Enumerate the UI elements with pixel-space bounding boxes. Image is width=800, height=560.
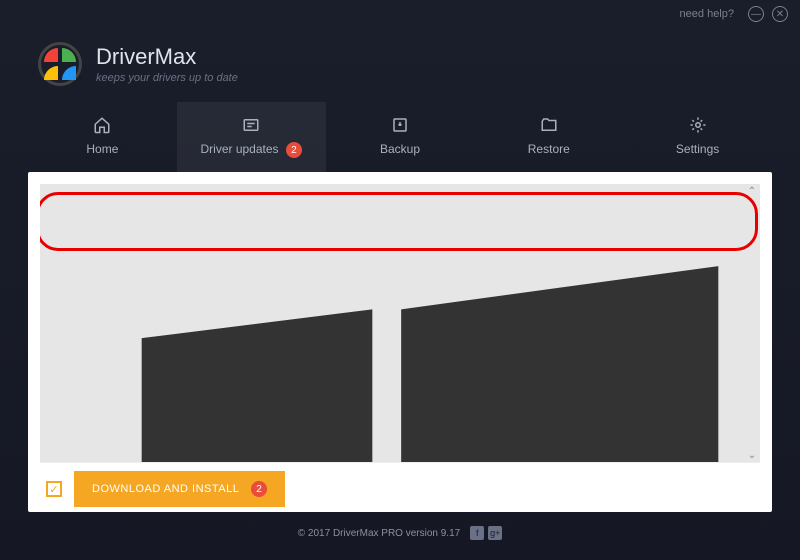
- close-button[interactable]: ✕: [772, 6, 788, 22]
- help-link[interactable]: need help?: [680, 8, 734, 20]
- nav-backup[interactable]: Backup: [326, 102, 475, 172]
- nav-home[interactable]: Home: [28, 102, 177, 172]
- app-tagline: keeps your drivers up to date: [96, 72, 238, 84]
- backup-icon: [389, 116, 411, 134]
- logo-area: DriverMax keeps your drivers up to date: [0, 28, 800, 102]
- nav-backup-label: Backup: [380, 142, 420, 156]
- nav-restore[interactable]: Restore: [474, 102, 623, 172]
- social-icons: f g+: [470, 526, 502, 540]
- driver-list[interactable]: ⌃ ✓ Sobol card 3.0 Update available - ve…: [40, 184, 760, 462]
- scroll-down-arrow[interactable]: ⌄: [745, 448, 759, 462]
- copyright: © 2017 DriverMax PRO version 9.17: [298, 528, 460, 539]
- facebook-icon[interactable]: f: [470, 526, 484, 540]
- nav-home-label: Home: [86, 142, 118, 156]
- nav-updates-label: Driver updates: [201, 142, 279, 156]
- download-label: DOWNLOAD AND INSTALL: [92, 483, 239, 495]
- bottom-bar: © 2017 DriverMax PRO version 9.17 f g+: [0, 520, 800, 546]
- app-window: need help? — ✕ DriverMax keeps your driv…: [0, 0, 800, 560]
- updates-badge: 2: [286, 142, 302, 158]
- footer-bar: ✓ DOWNLOAD AND INSTALL 2: [40, 462, 760, 507]
- select-all-checkbox[interactable]: ✓: [46, 481, 62, 497]
- scroll-up-arrow[interactable]: ⌃: [745, 184, 759, 198]
- nav-restore-label: Restore: [528, 142, 570, 156]
- app-title: DriverMax: [96, 44, 238, 70]
- nav-settings[interactable]: Settings: [623, 102, 772, 172]
- updates-icon: [240, 116, 262, 134]
- main-nav: Home Driver updates 2 Backup Restore Set…: [0, 102, 800, 172]
- restore-icon: [538, 116, 560, 134]
- content-panel: ⌃ ✓ Sobol card 3.0 Update available - ve…: [28, 172, 772, 512]
- titlebar: need help? — ✕: [0, 0, 800, 28]
- windows-icon: [84, 194, 760, 462]
- download-badge: 2: [251, 481, 267, 497]
- nav-settings-label: Settings: [676, 142, 719, 156]
- app-logo-icon: [38, 42, 82, 86]
- logo-text: DriverMax keeps your drivers up to date: [96, 44, 238, 84]
- nav-driver-updates[interactable]: Driver updates 2: [177, 102, 326, 172]
- google-plus-icon[interactable]: g+: [488, 526, 502, 540]
- minimize-button[interactable]: —: [748, 6, 764, 22]
- home-icon: [91, 116, 113, 134]
- download-install-button[interactable]: DOWNLOAD AND INSTALL 2: [74, 471, 285, 507]
- driver-row-featured[interactable]: ✓ Sobol card 3.0 Update available - vers…: [40, 184, 760, 462]
- settings-icon: [687, 116, 709, 134]
